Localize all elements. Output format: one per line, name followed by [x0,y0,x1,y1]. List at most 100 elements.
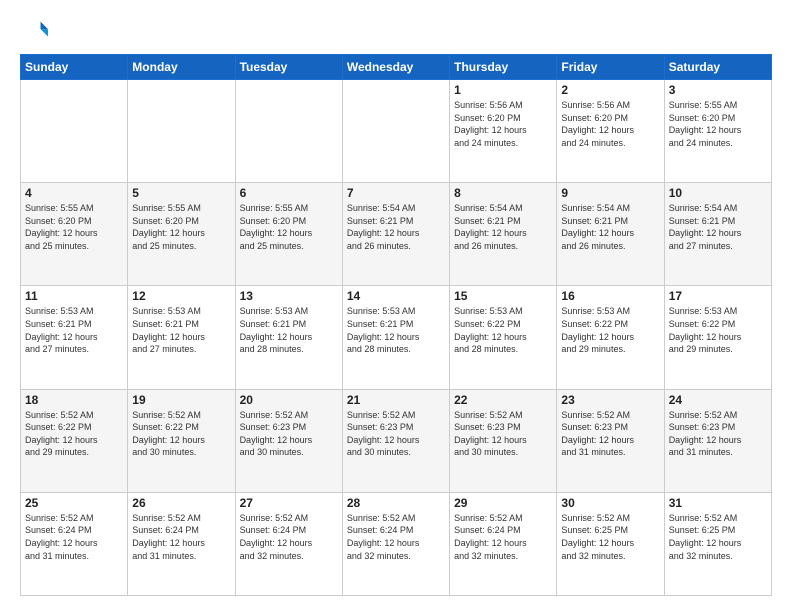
day-info: Sunrise: 5:52 AM Sunset: 6:24 PM Dayligh… [454,512,552,562]
calendar-cell: 24 Sunrise: 5:52 AM Sunset: 6:23 PM Dayli… [664,389,771,492]
calendar-cell: 12Sunrise: 5:53 AM Sunset: 6:21 PM Dayli… [128,286,235,389]
day-info: Sunrise: 5:55 AM Sunset: 6:20 PM Dayligh… [132,202,230,252]
day-number: 3 [669,83,767,97]
day-info: Sunrise: 5:52 AM Sunset: 6:24 PM Dayligh… [347,512,445,562]
calendar-cell: 3 Sunrise: 5:55 AM Sunset: 6:20 PM Daylig… [664,80,771,183]
calendar-cell: 15 Sunrise: 5:53 AM Sunset: 6:22 PM Dayli… [450,286,557,389]
page: SundayMondayTuesdayWednesdayThursdayFrid… [0,0,792,612]
day-number: 15 [454,289,552,303]
day-number: 24 [669,393,767,407]
day-number: 5 [132,186,230,200]
day-info: Sunrise: 5:52 AM Sunset: 6:23 PM Dayligh… [347,409,445,459]
day-info: Sunrise: 5:53 AM Sunset: 6:22 PM Dayligh… [669,305,767,355]
calendar-cell [21,80,128,183]
calendar-cell: 19 Sunrise: 5:52 AM Sunset: 6:22 PM Dayli… [128,389,235,492]
calendar-cell: 13 Sunrise: 5:53 AM Sunset: 6:21 PM Dayli… [235,286,342,389]
calendar-cell: 2 Sunrise: 5:56 AM Sunset: 6:20 PM Daylig… [557,80,664,183]
day-number: 28 [347,496,445,510]
day-info: Sunrise: 5:52 AM Sunset: 6:23 PM Dayligh… [561,409,659,459]
day-number: 17 [669,289,767,303]
day-number: 23 [561,393,659,407]
day-number: 2 [561,83,659,97]
calendar-cell: 27 Sunrise: 5:52 AM Sunset: 6:24 PM Dayli… [235,492,342,595]
calendar-cell: 29 Sunrise: 5:52 AM Sunset: 6:24 PM Dayli… [450,492,557,595]
calendar-cell: 11 Sunrise: 5:53 AM Sunset: 6:21 PM Dayli… [21,286,128,389]
day-number: 4 [25,186,123,200]
calendar-cell: 23 Sunrise: 5:52 AM Sunset: 6:23 PM Dayli… [557,389,664,492]
calendar-week-row: 1 Sunrise: 5:56 AM Sunset: 6:20 PM Daylig… [21,80,772,183]
day-number: 26 [132,496,230,510]
calendar-cell: 14Sunrise: 5:53 AM Sunset: 6:21 PM Dayli… [342,286,449,389]
weekday-header: Sunday [21,55,128,80]
day-info: Sunrise: 5:55 AM Sunset: 6:20 PM Dayligh… [25,202,123,252]
day-info: Sunrise: 5:56 AM Sunset: 6:20 PM Dayligh… [454,99,552,149]
day-number: 19 [132,393,230,407]
day-number: 29 [454,496,552,510]
day-info: Sunrise: 5:54 AM Sunset: 6:21 PM Dayligh… [669,202,767,252]
day-info: Sunrise: 5:53 AM Sunset: 6:21 PM Dayligh… [240,305,338,355]
logo [20,16,52,44]
day-number: 11 [25,289,123,303]
day-number: 9 [561,186,659,200]
day-info: Sunrise: 5:52 AM Sunset: 6:24 PM Dayligh… [25,512,123,562]
calendar-week-row: 4 Sunrise: 5:55 AM Sunset: 6:20 PM Daylig… [21,183,772,286]
calendar-week-row: 18 Sunrise: 5:52 AM Sunset: 6:22 PM Dayli… [21,389,772,492]
calendar-cell: 9 Sunrise: 5:54 AM Sunset: 6:21 PM Daylig… [557,183,664,286]
day-info: Sunrise: 5:52 AM Sunset: 6:22 PM Dayligh… [132,409,230,459]
day-info: Sunrise: 5:52 AM Sunset: 6:25 PM Dayligh… [561,512,659,562]
calendar-cell: 16 Sunrise: 5:53 AM Sunset: 6:22 PM Dayli… [557,286,664,389]
calendar-cell: 8 Sunrise: 5:54 AM Sunset: 6:21 PM Daylig… [450,183,557,286]
calendar-cell [342,80,449,183]
day-info: Sunrise: 5:53 AM Sunset: 6:21 PM Dayligh… [347,305,445,355]
day-number: 1 [454,83,552,97]
weekday-header: Friday [557,55,664,80]
calendar-cell: 5 Sunrise: 5:55 AM Sunset: 6:20 PM Daylig… [128,183,235,286]
weekday-header: Saturday [664,55,771,80]
weekday-header: Tuesday [235,55,342,80]
day-info: Sunrise: 5:53 AM Sunset: 6:21 PM Dayligh… [25,305,123,355]
weekday-header: Thursday [450,55,557,80]
day-number: 16 [561,289,659,303]
calendar-cell: 6 Sunrise: 5:55 AM Sunset: 6:20 PM Daylig… [235,183,342,286]
day-info: Sunrise: 5:55 AM Sunset: 6:20 PM Dayligh… [240,202,338,252]
day-info: Sunrise: 5:54 AM Sunset: 6:21 PM Dayligh… [347,202,445,252]
calendar-cell: 31Sunrise: 5:52 AM Sunset: 6:25 PM Dayli… [664,492,771,595]
day-number: 10 [669,186,767,200]
logo-icon [20,16,48,44]
day-number: 12 [132,289,230,303]
day-number: 6 [240,186,338,200]
day-number: 27 [240,496,338,510]
calendar-table: SundayMondayTuesdayWednesdayThursdayFrid… [20,54,772,596]
day-number: 13 [240,289,338,303]
day-number: 7 [347,186,445,200]
day-info: Sunrise: 5:52 AM Sunset: 6:23 PM Dayligh… [454,409,552,459]
day-info: Sunrise: 5:54 AM Sunset: 6:21 PM Dayligh… [454,202,552,252]
day-info: Sunrise: 5:56 AM Sunset: 6:20 PM Dayligh… [561,99,659,149]
day-info: Sunrise: 5:52 AM Sunset: 6:24 PM Dayligh… [240,512,338,562]
calendar-cell: 28 Sunrise: 5:52 AM Sunset: 6:24 PM Dayli… [342,492,449,595]
day-number: 8 [454,186,552,200]
calendar-cell: 30Sunrise: 5:52 AM Sunset: 6:25 PM Dayli… [557,492,664,595]
day-info: Sunrise: 5:52 AM Sunset: 6:23 PM Dayligh… [669,409,767,459]
calendar-cell: 10 Sunrise: 5:54 AM Sunset: 6:21 PM Dayli… [664,183,771,286]
calendar-cell [128,80,235,183]
day-info: Sunrise: 5:52 AM Sunset: 6:22 PM Dayligh… [25,409,123,459]
day-info: Sunrise: 5:53 AM Sunset: 6:22 PM Dayligh… [561,305,659,355]
calendar-cell: 20Sunrise: 5:52 AM Sunset: 6:23 PM Dayli… [235,389,342,492]
day-number: 22 [454,393,552,407]
weekday-header: Wednesday [342,55,449,80]
calendar-cell [235,80,342,183]
day-info: Sunrise: 5:53 AM Sunset: 6:22 PM Dayligh… [454,305,552,355]
header [20,16,772,44]
calendar-cell: 7 Sunrise: 5:54 AM Sunset: 6:21 PM Daylig… [342,183,449,286]
day-info: Sunrise: 5:55 AM Sunset: 6:20 PM Dayligh… [669,99,767,149]
day-info: Sunrise: 5:52 AM Sunset: 6:25 PM Dayligh… [669,512,767,562]
calendar-cell: 4 Sunrise: 5:55 AM Sunset: 6:20 PM Daylig… [21,183,128,286]
day-info: Sunrise: 5:52 AM Sunset: 6:24 PM Dayligh… [132,512,230,562]
calendar-cell: 26 Sunrise: 5:52 AM Sunset: 6:24 PM Dayli… [128,492,235,595]
calendar-cell: 17 Sunrise: 5:53 AM Sunset: 6:22 PM Dayli… [664,286,771,389]
day-info: Sunrise: 5:54 AM Sunset: 6:21 PM Dayligh… [561,202,659,252]
day-number: 18 [25,393,123,407]
calendar-week-row: 11 Sunrise: 5:53 AM Sunset: 6:21 PM Dayli… [21,286,772,389]
weekday-header: Monday [128,55,235,80]
